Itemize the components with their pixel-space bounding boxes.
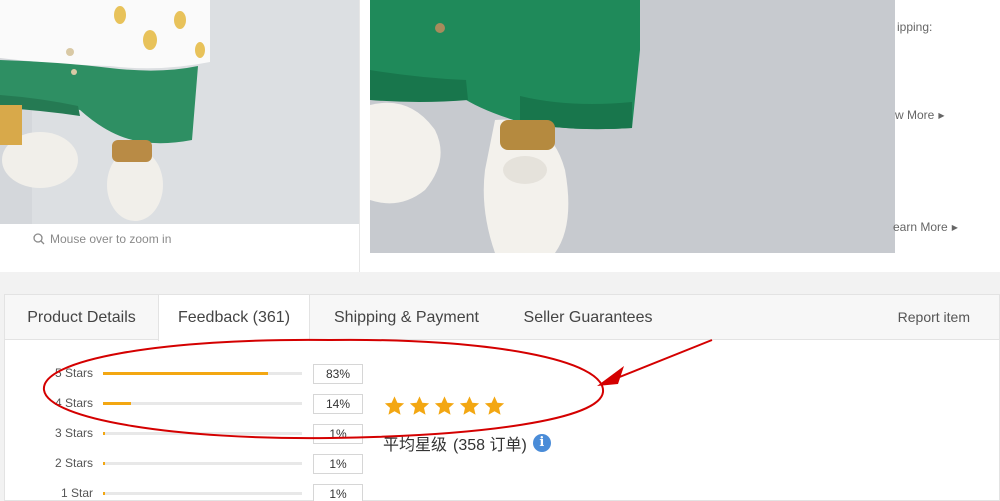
- page: Mouse over to zoom in ipping: w More ▶ e…: [0, 0, 1000, 501]
- info-icon[interactable]: i: [532, 434, 551, 452]
- rating-row[interactable]: 4 Stars 14%: [5, 394, 375, 414]
- gallery-divider: [359, 0, 360, 272]
- star-icon: [484, 396, 505, 415]
- rating-row-label: 3 Stars: [54, 426, 93, 440]
- rating-percent: 1%: [313, 454, 363, 474]
- product-tabs-panel: Product Details Feedback (361) Shipping …: [4, 294, 1000, 501]
- caret-right-icon: ▶: [951, 222, 958, 232]
- rating-row-label: 2 Stars: [54, 456, 93, 470]
- view-more-link[interactable]: w More ▶: [895, 108, 945, 122]
- tab-shipping-payment[interactable]: Shipping & Payment: [310, 295, 503, 340]
- search-icon: [33, 233, 45, 245]
- rating-bar-track: [103, 402, 302, 405]
- tab-seller-guarantees[interactable]: Seller Guarantees: [503, 295, 673, 340]
- rating-percent: 83%: [313, 364, 363, 384]
- star-icon: [384, 396, 405, 415]
- learn-more-label: earn More: [893, 220, 948, 234]
- rating-bar-track: [103, 432, 302, 435]
- average-rating-stars: [383, 395, 506, 417]
- tab-feedback[interactable]: Feedback (361): [158, 295, 310, 341]
- rating-bar-fill: [103, 462, 105, 465]
- tab-bar: Product Details Feedback (361) Shipping …: [5, 295, 999, 341]
- zoom-hint: Mouse over to zoom in: [33, 232, 171, 246]
- rating-percent: 1%: [313, 424, 363, 444]
- rating-percent: 1%: [313, 484, 363, 501]
- rating-bar-fill: [103, 372, 269, 375]
- rating-row-label: 1 Star: [60, 486, 93, 500]
- caret-right-icon: ▶: [938, 110, 945, 120]
- product-gallery: Mouse over to zoom in ipping: w More ▶ e…: [0, 0, 1000, 272]
- product-main-image[interactable]: [0, 0, 360, 224]
- report-item-link[interactable]: Report item: [898, 295, 970, 340]
- rating-bar-fill: [103, 492, 105, 495]
- rating-row[interactable]: 5 Stars 83%: [5, 364, 375, 384]
- learn-more-link[interactable]: earn More ▶: [893, 220, 958, 234]
- product-zoom-image: [370, 0, 895, 253]
- rating-bar-fill: [103, 402, 131, 405]
- rating-bar-track: [103, 492, 302, 495]
- rating-bar-track: [103, 372, 302, 375]
- star-icon: [409, 396, 430, 415]
- rating-row[interactable]: 1 Star 1%: [5, 484, 375, 501]
- average-rating-label: 平均星级: [383, 437, 448, 454]
- shipping-label: ipping:: [897, 20, 933, 34]
- tab-product-details[interactable]: Product Details: [5, 295, 158, 340]
- zoom-hint-text: Mouse over to zoom in: [50, 232, 172, 246]
- rating-row[interactable]: 2 Stars 1%: [5, 454, 375, 474]
- rating-row-label: 5 Stars: [54, 366, 93, 380]
- view-more-label: w More: [895, 108, 935, 122]
- average-rating-line: 平均星级 (358 订单) i: [383, 431, 551, 455]
- rating-percent: 14%: [313, 394, 363, 414]
- rating-bar-track: [103, 462, 302, 465]
- rating-row-label: 4 Stars: [54, 396, 93, 410]
- rating-bar-fill: [103, 432, 105, 435]
- star-icon: [434, 396, 455, 415]
- star-icon: [459, 396, 480, 415]
- order-count: (358 订单): [453, 437, 527, 454]
- rating-row[interactable]: 3 Stars 1%: [5, 424, 375, 444]
